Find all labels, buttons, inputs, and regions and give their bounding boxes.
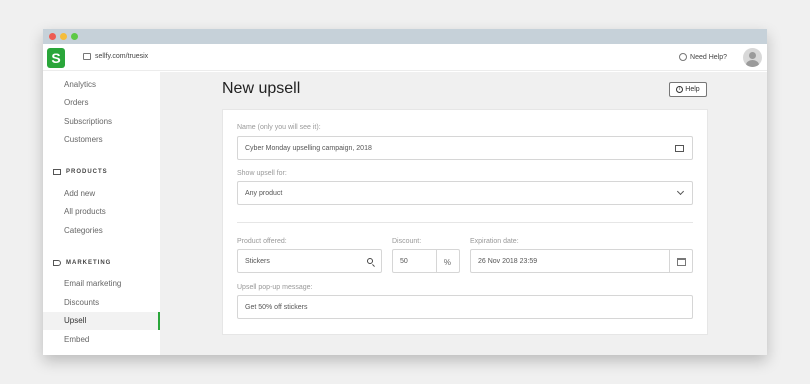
discount-input[interactable]: 50 % [392, 249, 460, 273]
chevron-down-icon [676, 187, 685, 196]
need-help-label: Need Help? [690, 53, 727, 61]
main-content: New upsell i Help Name (only you will se… [160, 72, 767, 355]
name-input[interactable]: Cyber Monday upselling campaign, 2018 [237, 136, 693, 160]
page-title: New upsell [222, 80, 301, 97]
sidebar-item-embed[interactable]: Embed [64, 335, 89, 344]
search-icon[interactable] [367, 258, 373, 264]
box-icon [53, 169, 61, 175]
calendar-icon[interactable] [677, 258, 686, 266]
show-for-label: Show upsell for: [237, 170, 287, 177]
store-icon [83, 53, 91, 60]
sidebar-item-customers[interactable]: Customers [64, 135, 103, 144]
sidebar-item-email-marketing[interactable]: Email marketing [64, 279, 121, 288]
info-icon: i [676, 86, 684, 93]
sellfy-logo[interactable]: S [47, 48, 65, 68]
sidebar-item-categories[interactable]: Categories [64, 226, 103, 235]
show-for-select[interactable]: Any product [237, 181, 693, 205]
lifebuoy-icon [679, 53, 688, 61]
sidebar-item-discounts[interactable]: Discounts [64, 298, 99, 307]
sidebar-item-orders[interactable]: Orders [64, 98, 88, 107]
sidebar-item-analytics[interactable]: Analytics [64, 80, 96, 89]
products-section-header: PRODUCTS [53, 169, 108, 175]
expiration-date-input[interactable]: 26 Nov 2018 23:59 [470, 249, 693, 273]
help-button[interactable]: i Help [669, 82, 707, 97]
minimize-window-button[interactable] [60, 33, 67, 40]
sidebar-item-subscriptions[interactable]: Subscriptions [64, 117, 112, 126]
message-input[interactable]: Get 50% off stickers [237, 295, 693, 319]
marketing-section-header: MARKETING [53, 260, 111, 266]
close-window-button[interactable] [49, 33, 56, 40]
store-link[interactable]: sellfy.com/truesix [83, 53, 148, 60]
top-bar: S sellfy.com/truesix Need Help? [43, 44, 767, 71]
divider [237, 222, 693, 223]
name-label: Name (only you will see it): [237, 124, 321, 131]
sidebar-item-all-products[interactable]: All products [64, 207, 106, 216]
sidebar-item-add-new[interactable]: Add new [64, 189, 95, 198]
need-help-link[interactable]: Need Help? [679, 53, 727, 61]
message-label: Upsell pop-up message: [237, 284, 313, 291]
store-url: sellfy.com/truesix [95, 53, 149, 60]
discount-label: Discount: [392, 238, 422, 245]
title-bar [43, 29, 767, 44]
expiration-label: Expiration date: [470, 238, 519, 245]
upsell-form: Name (only you will see it): Cyber Monda… [222, 109, 708, 335]
id-card-icon [675, 145, 684, 152]
percent-sign: % [443, 258, 451, 267]
sidebar-item-upsell[interactable]: Upsell [43, 312, 160, 330]
avatar[interactable] [743, 48, 762, 67]
maximize-window-button[interactable] [71, 33, 78, 40]
app-window: S sellfy.com/truesix Need Help? Analytic… [43, 29, 767, 355]
megaphone-icon [53, 260, 61, 266]
product-offered-input[interactable]: Stickers [237, 249, 382, 273]
product-offered-label: Product offered: [237, 238, 287, 245]
sidebar: Analytics Orders Subscriptions Customers… [43, 72, 160, 355]
